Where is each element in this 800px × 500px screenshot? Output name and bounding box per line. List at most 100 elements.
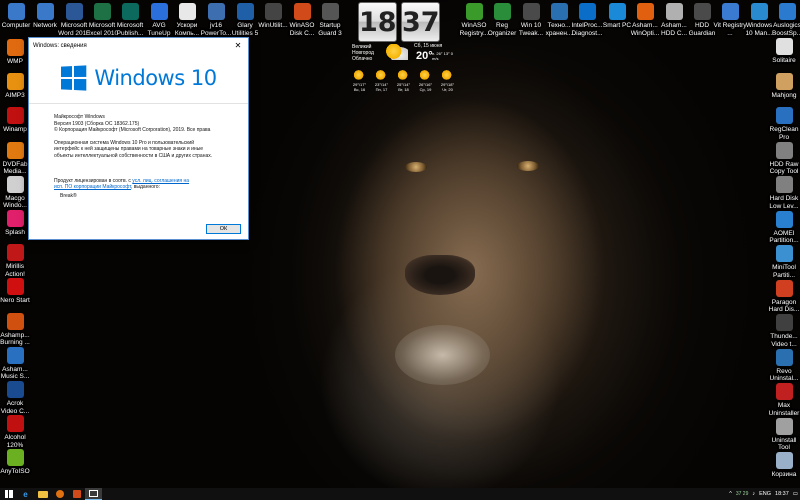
desktop-shortcut-label: Thunde... Video t... bbox=[770, 333, 798, 348]
desktop-shortcut-label: AnyToISO bbox=[0, 468, 30, 476]
desktop-shortcut[interactable]: Uninstall Tool bbox=[769, 417, 799, 452]
ok-button[interactable]: ОК bbox=[206, 224, 241, 234]
license-suffix: , выданного: bbox=[130, 184, 160, 191]
lion-right-eye bbox=[517, 161, 539, 171]
edge-taskbar-button[interactable]: e bbox=[17, 488, 34, 500]
regclean-icon bbox=[775, 107, 793, 124]
language-indicator[interactable]: ENG bbox=[759, 491, 771, 497]
hdd-raw-copy-icon bbox=[775, 141, 793, 159]
desktop-shortcut[interactable]: Reg Organizer bbox=[487, 3, 517, 37]
explorer-taskbar-button[interactable] bbox=[34, 488, 51, 500]
desktop-shortcut[interactable]: Alcohol 120% bbox=[0, 415, 30, 449]
wmp-icon bbox=[6, 39, 24, 56]
forecast-text: 29°/17° Вс, 16 bbox=[352, 82, 367, 92]
desktop-shortcut[interactable]: Winamp bbox=[0, 107, 30, 134]
desktop-shortcut-label: Hard Disk Low Lev... bbox=[769, 195, 799, 210]
smart-pc-icon bbox=[608, 3, 626, 20]
auslogics-icon bbox=[778, 3, 796, 20]
dialog-footer: ОК bbox=[29, 220, 248, 239]
desktop-shortcut[interactable]: RegClean Pro bbox=[769, 107, 799, 141]
desktop-shortcut[interactable]: MiniTool Partiti... bbox=[769, 245, 799, 279]
desktop-shortcut[interactable]: Glary Utilities 5 bbox=[230, 3, 260, 37]
license-terms-link[interactable]: усл. лиц. соглашения на bbox=[132, 178, 189, 184]
weather-details: н. 26° 13° 0 m/s bbox=[432, 51, 453, 61]
partly-cloudy-icon bbox=[386, 44, 408, 60]
about-windows-taskbar-button[interactable] bbox=[85, 488, 102, 500]
desktop-shortcut[interactable]: AIMP3 bbox=[0, 73, 30, 100]
weather-temperature: 20° bbox=[416, 50, 433, 62]
desktop-shortcut[interactable]: AOMEI Partition... bbox=[769, 210, 799, 245]
window-icon bbox=[89, 490, 98, 497]
weather-gadget[interactable]: Великий Новгород Облачно Сб, 15 июня 20°… bbox=[350, 42, 455, 94]
desktop-shortcut[interactable]: Ashamp... Burning ... bbox=[0, 312, 30, 347]
revo-icon bbox=[775, 348, 793, 366]
desktop-shortcut[interactable]: Computer bbox=[1, 3, 31, 30]
desktop-shortcut[interactable]: Nero Start bbox=[0, 278, 30, 305]
aomei-icon bbox=[775, 210, 793, 228]
desktop-shortcut[interactable]: Splash bbox=[0, 210, 30, 237]
notifications-icon[interactable]: ▭ bbox=[793, 491, 798, 497]
desktop-shortcut[interactable]: Корзина bbox=[769, 452, 799, 479]
dialog-titlebar[interactable]: Windows: сведения ✕ bbox=[29, 38, 248, 53]
desktop-shortcut-label: Ashamp... Burning ... bbox=[0, 331, 30, 347]
tray-clock[interactable]: 18:37 bbox=[775, 491, 789, 497]
desktop-shortcut[interactable]: AnyToISO bbox=[0, 449, 30, 476]
windows10-manager-icon bbox=[750, 3, 768, 20]
desktop-shortcut-label: Acrok Video C... bbox=[0, 400, 30, 415]
start-button[interactable] bbox=[0, 488, 17, 500]
desktop-shortcut[interactable]: Asham... Music S... bbox=[0, 346, 30, 381]
windows-banner: Windows 10 bbox=[29, 53, 248, 104]
acrok-icon bbox=[6, 381, 24, 398]
desktop-shortcut[interactable]: HDD Raw Copy Tool bbox=[769, 141, 799, 176]
desktop-shortcut[interactable]: Ускори Компь... bbox=[172, 3, 202, 37]
app-taskbar-button[interactable] bbox=[68, 488, 85, 500]
desktop-shortcut[interactable]: Max Uninstaller bbox=[769, 383, 799, 417]
license-terms-link-2[interactable]: исп. ПО корпорации Майкрософт bbox=[54, 184, 131, 190]
macgo-icon bbox=[6, 175, 24, 193]
desktop-shortcut-label: MiniTool Partiti... bbox=[772, 264, 796, 279]
desktop-shortcut[interactable]: WMP bbox=[0, 39, 30, 66]
excel-icon bbox=[93, 3, 111, 20]
desktop-shortcut-label: AOMEI Partition... bbox=[769, 229, 799, 245]
desktop-shortcut[interactable]: Solitaire bbox=[769, 38, 799, 65]
solitaire-icon bbox=[775, 38, 793, 55]
desktop-shortcut-label: Auslogics BoostSp... bbox=[772, 22, 800, 37]
desktop-shortcut[interactable]: Startup Guard 3 bbox=[315, 3, 345, 37]
desktop-shortcut[interactable]: Vit Registry ... bbox=[713, 3, 747, 37]
desktop-shortcut[interactable]: Paragon Hard Dis... bbox=[768, 279, 800, 314]
desktop-shortcut[interactable]: Acrok Video C... bbox=[0, 381, 30, 415]
desktop-shortcut-label: Paragon Hard Dis... bbox=[768, 298, 800, 314]
desktop-shortcut[interactable]: Microsoft Publish... bbox=[115, 3, 145, 37]
desktop-shortcut[interactable]: Macgo Windo... bbox=[0, 175, 30, 210]
lion-muzzle bbox=[395, 325, 490, 385]
desktop-shortcut[interactable]: DVDFab Media... bbox=[0, 141, 30, 176]
desktop-shortcut[interactable]: Mahjong bbox=[769, 72, 799, 100]
legal-line-2: интерфейс к ней защищены правами на това… bbox=[54, 146, 204, 153]
desktop-shortcut[interactable]: Revo Uninstal... bbox=[769, 348, 799, 383]
desktop-shortcut-label: RegClean Pro bbox=[769, 126, 799, 141]
glary-icon bbox=[236, 3, 254, 20]
desktop-shortcut[interactable]: jv16 PowerTo... bbox=[201, 3, 231, 37]
desktop-shortcut[interactable]: Auslogics BoostSp... bbox=[772, 3, 800, 37]
volume-icon[interactable]: ♪ bbox=[752, 491, 755, 497]
tray-indicator-values[interactable]: 37 29 bbox=[736, 491, 749, 497]
avg-tuneup-icon bbox=[150, 3, 168, 20]
desktop-shortcut-label: Solitaire bbox=[772, 57, 796, 64]
desktop-shortcut-label: Корзина bbox=[771, 471, 797, 478]
desktop-shortcut[interactable]: Thunde... Video t... bbox=[769, 314, 799, 348]
weather-city: Великий Новгород Облачно bbox=[352, 44, 374, 62]
clock-gadget[interactable]: 18 37 bbox=[358, 2, 442, 42]
desktop-shortcut[interactable]: Network bbox=[30, 3, 60, 30]
publisher-icon bbox=[121, 3, 139, 20]
desktop-shortcut[interactable]: Hard Disk Low Lev... bbox=[769, 176, 799, 210]
chevron-up-icon[interactable]: ^ bbox=[729, 491, 732, 497]
copyright-text: © Корпорация Майкрософт (Microsoft Corpo… bbox=[54, 127, 211, 134]
thunder-video-icon bbox=[775, 314, 793, 331]
desktop-shortcut[interactable]: IntelProc... Diagnost... bbox=[571, 3, 603, 37]
media-taskbar-button[interactable] bbox=[51, 488, 68, 500]
product-name: Майкрософт Windows bbox=[54, 114, 105, 120]
desktop-shortcut[interactable]: WinUtilit... bbox=[258, 3, 288, 30]
close-icon[interactable]: ✕ bbox=[232, 41, 244, 50]
desktop-shortcut[interactable]: Mirillis Action! bbox=[0, 244, 30, 278]
desktop-shortcut[interactable]: Asham... WinOpti... bbox=[630, 3, 660, 37]
